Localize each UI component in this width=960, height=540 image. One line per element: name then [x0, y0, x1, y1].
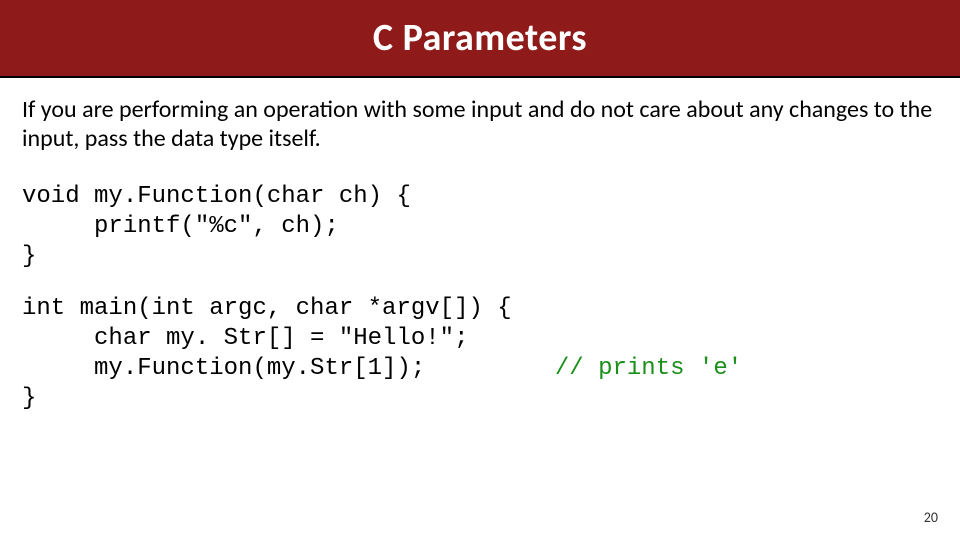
page-number: 20 [924, 509, 938, 526]
code-line: int main(int argc, char *argv[]) { char … [22, 295, 555, 382]
code-line: } [22, 385, 36, 412]
explanation-text: If you are performing an operation with … [22, 96, 938, 154]
title-bar: C Parameters [0, 0, 960, 78]
slide: C Parameters If you are performing an op… [0, 0, 960, 540]
code-block-1: void my.Function(char ch) { printf("%c",… [22, 182, 938, 272]
slide-title: C Parameters [373, 15, 587, 61]
slide-body: If you are performing an operation with … [0, 78, 960, 414]
code-comment: // prints 'e' [555, 355, 742, 382]
code-block-2: int main(int argc, char *argv[]) { char … [22, 294, 938, 414]
